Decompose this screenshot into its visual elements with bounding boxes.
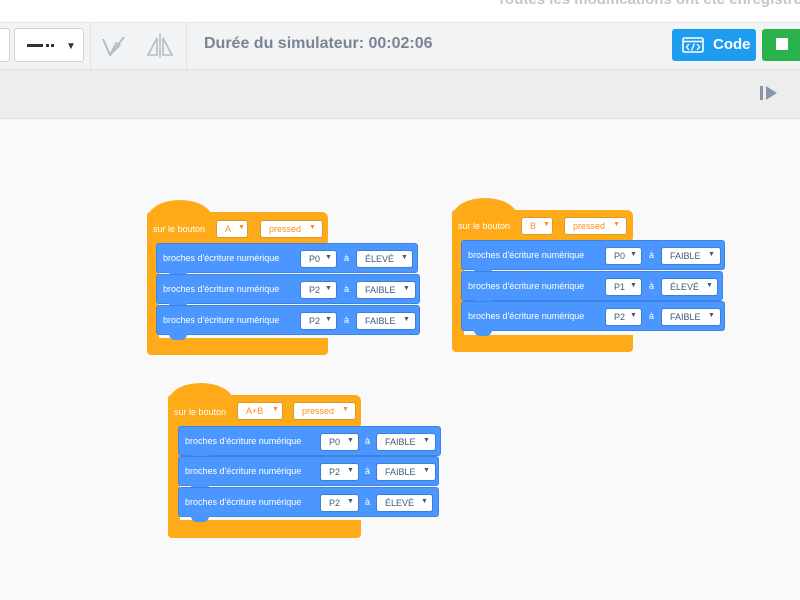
chevron-down-icon: ▼ [423,437,430,444]
chevron-down-icon: ▼ [342,406,349,413]
chevron-down-icon: ▼ [421,498,428,505]
toolbar: ▼ Durée du simulateur: 00:02:06 Code [0,23,800,70]
event-c-foot [168,520,361,538]
toolbar-divider [186,23,187,69]
level-dropdown[interactable]: FAIBLE ▼ [376,433,436,451]
chevron-down-icon: ▼ [272,406,279,413]
pin-dropdown[interactable]: P2 ▼ [320,494,359,512]
pin-dropdown[interactable]: P1 ▼ [605,278,642,296]
state-dropdown[interactable]: pressed ▼ [564,217,627,235]
stop-button[interactable] [762,29,800,61]
chevron-down-icon: ▼ [630,312,637,319]
code-icon [682,37,704,53]
digital-write-block[interactable]: broches d'écriture numérique P0 ▼ à ÉLEVÉ… [156,243,418,278]
save-status: Toutes les modifications ont été enregis… [497,0,800,8]
digital-write-block[interactable]: broches d'écriture numérique P0 ▼ à FAIBL… [461,240,725,275]
digital-write-block[interactable]: broches d'écriture numérique P2 ▼ à FAIBL… [178,456,439,491]
chevron-down-icon: ▼ [325,285,332,292]
level-dropdown[interactable]: ÉLEVÉ ▼ [356,250,413,268]
chevron-down-icon: ▼ [543,221,550,228]
chevron-down-icon: ▼ [708,312,715,319]
digital-write-block[interactable]: broches d'écriture numérique P0 ▼ à FAIBL… [178,426,441,461]
chevron-down-icon: ▼ [403,316,410,323]
code-button[interactable]: Code [672,29,756,61]
chevron-down-icon: ▼ [66,41,76,52]
chevron-down-icon: ▼ [325,254,332,261]
line-style-select[interactable]: ▼ [14,28,84,62]
state-dropdown[interactable]: pressed ▼ [260,220,323,238]
level-dropdown[interactable]: FAIBLE ▼ [356,281,416,299]
digital-write-block[interactable]: broches d'écriture numérique P1 ▼ à ÉLEVÉ… [461,271,723,306]
level-dropdown[interactable]: ÉLEVÉ ▼ [376,494,433,512]
stop-icon [776,38,788,50]
chevron-down-icon: ▼ [403,285,410,292]
pin-dropdown[interactable]: P2 ▼ [320,463,359,481]
pin-dropdown[interactable]: P0 ▼ [320,433,359,451]
chevron-down-icon: ▼ [347,498,354,505]
chevron-down-icon: ▼ [325,316,332,323]
pin-dropdown[interactable]: P2 ▼ [300,281,337,299]
chevron-down-icon: ▼ [347,437,354,444]
top-bar: Toutes les modifications ont été enregis… [0,0,800,23]
simulator-controls-bar [0,70,800,119]
chevron-down-icon: ▼ [401,254,408,261]
level-dropdown[interactable]: FAIBLE ▼ [661,308,721,326]
chevron-down-icon: ▼ [630,282,637,289]
line-style-icon [27,44,54,47]
digital-write-block[interactable]: broches d'écriture numérique P2 ▼ à FAIBL… [156,274,420,309]
pen-icon[interactable] [98,31,128,61]
event-c-foot [147,338,328,355]
level-dropdown[interactable]: FAIBLE ▼ [376,463,436,481]
chevron-down-icon: ▼ [708,251,715,258]
digital-write-block[interactable]: broches d'écriture numérique P2 ▼ à FAIBL… [156,305,420,340]
pin-dropdown[interactable]: P0 ▼ [300,250,337,268]
chevron-down-icon: ▼ [630,251,637,258]
code-button-label: Code [713,36,751,53]
button-dropdown[interactable]: B ▼ [521,217,553,235]
chevron-down-icon: ▼ [423,467,430,474]
level-dropdown[interactable]: ÉLEVÉ ▼ [661,278,718,296]
digital-write-block[interactable]: broches d'écriture numérique P2 ▼ à ÉLEVÉ… [178,487,439,522]
step-icon[interactable] [760,85,778,101]
pin-dropdown[interactable]: P2 ▼ [605,308,642,326]
button-dropdown[interactable]: A ▼ [216,220,248,238]
level-dropdown[interactable]: FAIBLE ▼ [661,247,721,265]
toolbar-divider [90,23,91,69]
state-dropdown[interactable]: pressed ▼ [293,402,356,420]
level-dropdown[interactable]: FAIBLE ▼ [356,312,416,330]
chevron-down-icon: ▼ [238,224,245,231]
pin-dropdown[interactable]: P2 ▼ [300,312,337,330]
simulator-duration: Durée du simulateur: 00:02:06 [204,35,433,52]
chevron-down-icon: ▼ [613,221,620,228]
event-label: sur le bouton [174,407,227,417]
event-c-foot [452,335,633,352]
digital-write-block[interactable]: broches d'écriture numérique P2 ▼ à FAIBL… [461,301,725,336]
chevron-down-icon: ▼ [309,224,316,231]
chevron-down-icon: ▼ [347,467,354,474]
event-label: sur le bouton [153,224,206,234]
button-dropdown[interactable]: A+B ▼ [237,402,283,420]
flip-icon[interactable] [145,31,175,61]
code-workspace[interactable] [0,119,800,600]
chevron-down-icon: ▼ [706,282,713,289]
event-label: sur le bouton [458,221,511,231]
pin-dropdown[interactable]: P0 ▼ [605,247,642,265]
toolbar-partial-control[interactable] [0,28,10,62]
